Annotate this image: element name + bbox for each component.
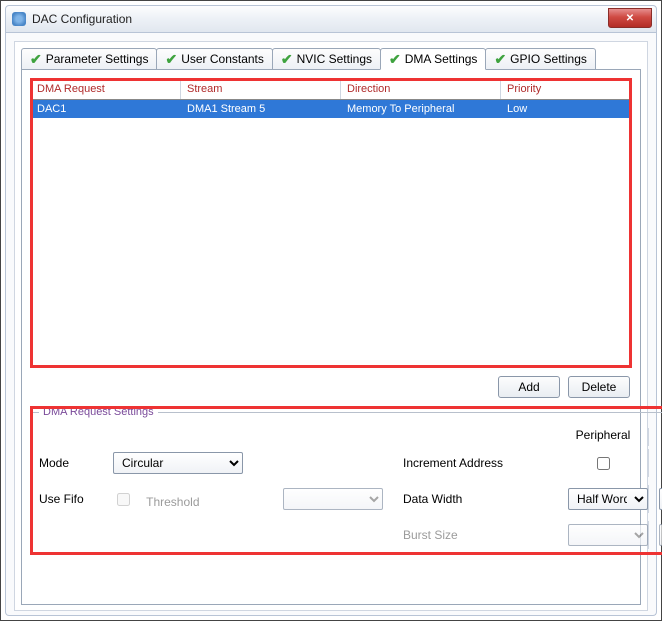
divider (648, 485, 649, 514)
cell-dma-request: DAC1 (31, 100, 181, 118)
checkmark-icon: ✔ (281, 53, 293, 65)
burst-size-label: Burst Size (403, 528, 558, 542)
checkmark-icon: ✔ (389, 53, 401, 65)
tab-label: User Constants (181, 52, 264, 66)
group-legend: DMA Request Settings (39, 406, 158, 418)
mode-label: Mode (39, 456, 103, 470)
table-header: DMA Request Stream Direction Priority (31, 79, 631, 100)
use-fifo-label: Use Fifo (39, 492, 103, 506)
divider (648, 449, 649, 478)
tab-label: Parameter Settings (46, 52, 149, 66)
cell-stream: DMA1 Stream 5 (181, 100, 341, 118)
tab-label: NVIC Settings (297, 52, 372, 66)
table-row[interactable]: DAC1 DMA1 Stream 5 Memory To Peripheral … (31, 100, 631, 118)
col-priority[interactable]: Priority (501, 79, 631, 99)
tab-parameter-settings[interactable]: ✔ Parameter Settings (21, 48, 157, 70)
checkmark-icon: ✔ (494, 53, 506, 65)
col-direction[interactable]: Direction (341, 79, 501, 99)
tab-nvic-settings[interactable]: ✔ NVIC Settings (272, 48, 381, 70)
divider (648, 428, 649, 446)
tab-strip: ✔ Parameter Settings ✔ User Constants ✔ … (21, 48, 641, 70)
increment-peripheral-checkbox[interactable] (597, 457, 610, 470)
mode-select[interactable]: Circular (113, 452, 243, 474)
cell-direction: Memory To Peripheral (341, 100, 501, 118)
tab-user-constants[interactable]: ✔ User Constants (156, 48, 272, 70)
tab-dma-settings[interactable]: ✔ DMA Settings (380, 48, 486, 70)
table-buttons: Add Delete (32, 376, 630, 398)
add-button[interactable]: Add (498, 376, 560, 398)
close-icon: ✕ (626, 13, 634, 24)
col-dma-request[interactable]: DMA Request (31, 79, 181, 99)
cell-priority: Low (501, 100, 631, 118)
divider (648, 521, 649, 550)
tab-gpio-settings[interactable]: ✔ GPIO Settings (485, 48, 595, 70)
threshold-label: Threshold (146, 495, 199, 509)
threshold-select (283, 488, 383, 510)
increment-address-label: Increment Address (403, 456, 558, 470)
delete-button[interactable]: Delete (568, 376, 630, 398)
checkmark-icon: ✔ (30, 53, 42, 65)
use-fifo-checkbox[interactable] (117, 493, 130, 506)
tab-panel: DMA Request Stream Direction Priority DA… (21, 69, 641, 605)
data-width-peripheral-select[interactable]: Half Word (568, 488, 648, 510)
tab-label: GPIO Settings (510, 52, 587, 66)
close-button[interactable]: ✕ (608, 8, 652, 28)
burst-peripheral-select (568, 524, 648, 546)
data-width-label: Data Width (403, 492, 558, 506)
dma-request-settings-group: DMA Request Settings Peripheral Memory M… (30, 406, 662, 555)
app-icon (12, 12, 26, 26)
col-stream[interactable]: Stream (181, 79, 341, 99)
window-content: ✔ Parameter Settings ✔ User Constants ✔ … (5, 33, 657, 616)
main-card: ✔ Parameter Settings ✔ User Constants ✔ … (14, 41, 648, 611)
tab-label: DMA Settings (405, 52, 478, 66)
window-title: DAC Configuration (32, 12, 132, 26)
titlebar: DAC Configuration ✕ (5, 5, 657, 33)
col-peripheral-label: Peripheral (568, 428, 638, 442)
dma-table: DMA Request Stream Direction Priority DA… (30, 78, 632, 368)
checkmark-icon: ✔ (165, 53, 177, 65)
